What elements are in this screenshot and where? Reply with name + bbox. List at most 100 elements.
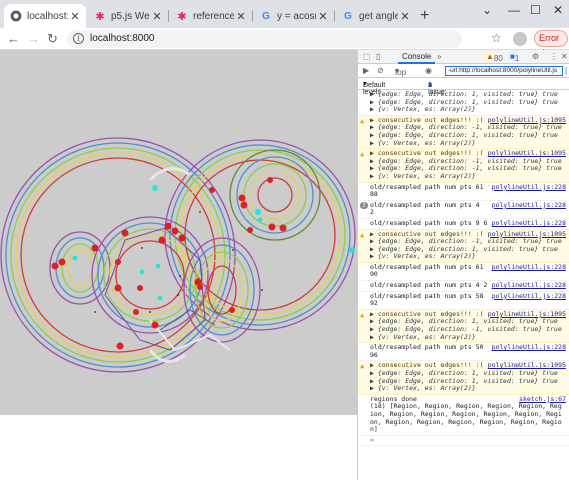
close-icon[interactable]: ✕ — [234, 10, 248, 23]
console-line-text: ▶ {v: Vertex, es: Array(2)} — [370, 171, 476, 180]
more-options-icon[interactable]: ⋮ — [550, 52, 558, 61]
console-warning: ▲ ▶ consecutive out edges!!! :(polylineUt… — [358, 115, 569, 150]
source-link[interactable]: polylineUtil.js:228 — [492, 219, 566, 228]
sketch-drawing — [0, 137, 356, 373]
p5-icon: ✱ — [95, 10, 105, 23]
source-link[interactable]: polylineUtil.js:228 — [492, 292, 566, 301]
console-line-text: > — [370, 435, 374, 444]
console-line-text: 2 — [370, 208, 374, 217]
sketch-canvas[interactable] — [0, 50, 357, 415]
source-link[interactable]: polylineUtil.js:228 — [492, 344, 566, 352]
console-line: old/resampled path num pts 4 polylineUtil… — [370, 201, 568, 210]
console-line-text: old/resampled path num pts 61 — [370, 182, 484, 191]
tab-localhost[interactable]: localhost:8000 ✕ — [4, 4, 86, 28]
tab-get-angle[interactable]: G get angle be ✕ — [336, 4, 416, 28]
settings-gear-icon[interactable]: ⚙ — [532, 52, 539, 61]
console-line-text: old/resampled path num pts 58 — [370, 291, 484, 300]
console-line: > — [370, 435, 568, 445]
close-icon[interactable]: ✕ — [68, 10, 82, 23]
devtools-panel: ⬚ ▯ Console » ▲ 80 ■ 1 ⚙ ⋮ ✕ ▶ ⊘ top ▾ ◉… — [357, 50, 569, 480]
levels-dropdown[interactable]: Default levels ▾ — [363, 80, 385, 96]
message-badge[interactable]: ■ 1 — [508, 52, 519, 63]
console-line-text: old/resampled path num pts 4 2 — [370, 281, 488, 290]
console-log: ▶ {edge: Edge, direction: 1, visited: tr… — [358, 90, 569, 116]
clear-console-icon[interactable]: ⊘ — [377, 66, 384, 75]
source-link[interactable]: polylineUtil.js:228 — [492, 183, 566, 192]
back-button[interactable]: ← — [7, 31, 20, 46]
console-line[interactable]: ▶ {v: Vertex, es: Array(2)} — [370, 138, 568, 148]
forward-button[interactable]: → — [27, 31, 40, 46]
profile-avatar[interactable] — [513, 32, 527, 46]
console-line: 96 — [370, 350, 568, 360]
inspect-icon[interactable]: ⬚ — [363, 52, 371, 61]
tab-reference[interactable]: ✱ reference | p5 ✕ — [170, 4, 252, 28]
console-log: 3 old/resampled path num pts 4 polylineUti… — [358, 201, 569, 219]
console-toolbar: ▶ ⊘ top ▾ ◉ -url:http://localhost:8000/p… — [358, 64, 569, 78]
repeat-count-badge: 3 — [360, 201, 368, 209]
console-line-text: old/resampled path num pts 61 — [370, 262, 484, 271]
console-warning: ▲ ▶ consecutive out edges!!! :(polylineUt… — [358, 309, 569, 344]
console-line: 88 — [370, 190, 568, 199]
tab-label: reference | p5 — [193, 10, 234, 22]
console-line: old/resampled path num pts 4 2 polylineUt… — [370, 281, 568, 290]
google-icon: G — [344, 10, 352, 22]
new-tab-button[interactable]: + — [420, 7, 429, 25]
sidebar-toggle-icon[interactable]: ▶ — [363, 66, 369, 75]
console-line[interactable]: ▶ {v: Vertex, es: Array(2)} — [370, 252, 568, 261]
console-line[interactable]: ▶ {v: Vertex, es: Array(2)} — [370, 105, 568, 114]
console-line-text: 88 — [370, 190, 378, 199]
console-prompt[interactable]: > — [358, 436, 569, 447]
console-log: old/resampled path num pts 50 polylineUti… — [358, 343, 569, 362]
console-line-text: 96 — [370, 350, 378, 359]
device-toolbar-icon[interactable]: ▯ — [376, 52, 380, 61]
close-devtools-icon[interactable]: ✕ — [561, 52, 568, 61]
console-log: old/resampled path num pts 58 polylineUti… — [358, 292, 569, 310]
info-icon[interactable]: i — [73, 33, 84, 44]
source-link[interactable]: polylineUtil.js:228 — [492, 263, 566, 272]
source-link[interactable]: polylineUtil.js:228 — [492, 201, 566, 210]
source-link[interactable]: polylineUtil.js:228 — [492, 281, 566, 290]
console-line-text: ▶ {v: Vertex, es: Array(2)} — [370, 332, 476, 341]
ring-group-right-lobe — [183, 237, 261, 343]
warning-badge[interactable]: ▲ 80 — [484, 52, 503, 63]
tab-label: y = acos(x) - — [277, 10, 316, 22]
console-line-text: ▶ {v: Vertex, es: Array(2)} — [370, 384, 476, 393]
console-line[interactable]: ▶ {v: Vertex, es: Array(2)} — [370, 171, 568, 181]
context-selector[interactable]: top ▾ — [395, 66, 406, 77]
tab-search-icon[interactable]: ⌄ — [482, 3, 492, 17]
tab-strip: localhost:8000 ✕ ✱ p5.js Web Ed ✕ ✱ refe… — [0, 0, 569, 28]
reload-button[interactable]: ↻ — [47, 31, 58, 47]
tab-label: localhost:8000 — [27, 10, 68, 22]
more-tabs-button[interactable]: » — [437, 52, 441, 61]
close-window-button[interactable]: ✕ — [553, 3, 563, 17]
page-blank-area — [0, 415, 357, 480]
console-filter-input[interactable]: -url:http://localhost:8000/polylineUtil.… — [445, 66, 563, 76]
close-icon[interactable]: ✕ — [150, 10, 164, 23]
console-line: old/resampled path num pts 58 polylineUti… — [370, 291, 568, 301]
console-line[interactable]: ▶ {v: Vertex, es: Array(2)} — [370, 384, 568, 393]
tab-console[interactable]: Console — [398, 50, 436, 64]
tab-acos[interactable]: G y = acos(x) - ✕ — [254, 4, 334, 28]
console-line[interactable]: ▶ {v: Vertex, es: Array(2)} — [370, 332, 568, 342]
tab-p5-editor[interactable]: ✱ p5.js Web Ed ✕ — [88, 4, 168, 28]
console-log: regions done sketch.js:67 (18) [Region, R… — [358, 395, 569, 436]
warning-icon: ▲ — [360, 150, 365, 159]
close-icon[interactable]: ✕ — [398, 10, 412, 23]
error-button[interactable]: Error ⋮ — [534, 30, 568, 58]
console-line: old/resampled path num pts 50 polylineUti… — [370, 343, 568, 352]
bookmark-star-icon[interactable]: ☆ — [491, 31, 502, 45]
tab-label: get angle be — [359, 10, 398, 22]
console-line-text: n] — [370, 425, 378, 434]
address-bar[interactable]: i localhost:8000 — [67, 30, 462, 48]
maximize-button[interactable]: ☐ — [530, 3, 541, 17]
console-line-text: ▶ {v: Vertex, es: Array(2)} — [370, 138, 476, 147]
console-line-text: on, Region, Region, Region, Region, Regi… — [370, 417, 562, 426]
filter-overflow-icon[interactable]: | — [565, 66, 567, 75]
p5-icon: ✱ — [177, 10, 187, 23]
toolbar: ← → ↻ i localhost:8000 ☆ Error ⋮ — [0, 28, 569, 58]
console-line: old/resampled path num pts 61 polylineUti… — [370, 262, 568, 272]
close-icon[interactable]: ✕ — [316, 10, 330, 23]
minimize-button[interactable]: — — [508, 3, 520, 17]
eye-icon[interactable]: ◉ — [425, 66, 432, 75]
console-line-text: 90 — [370, 270, 378, 279]
